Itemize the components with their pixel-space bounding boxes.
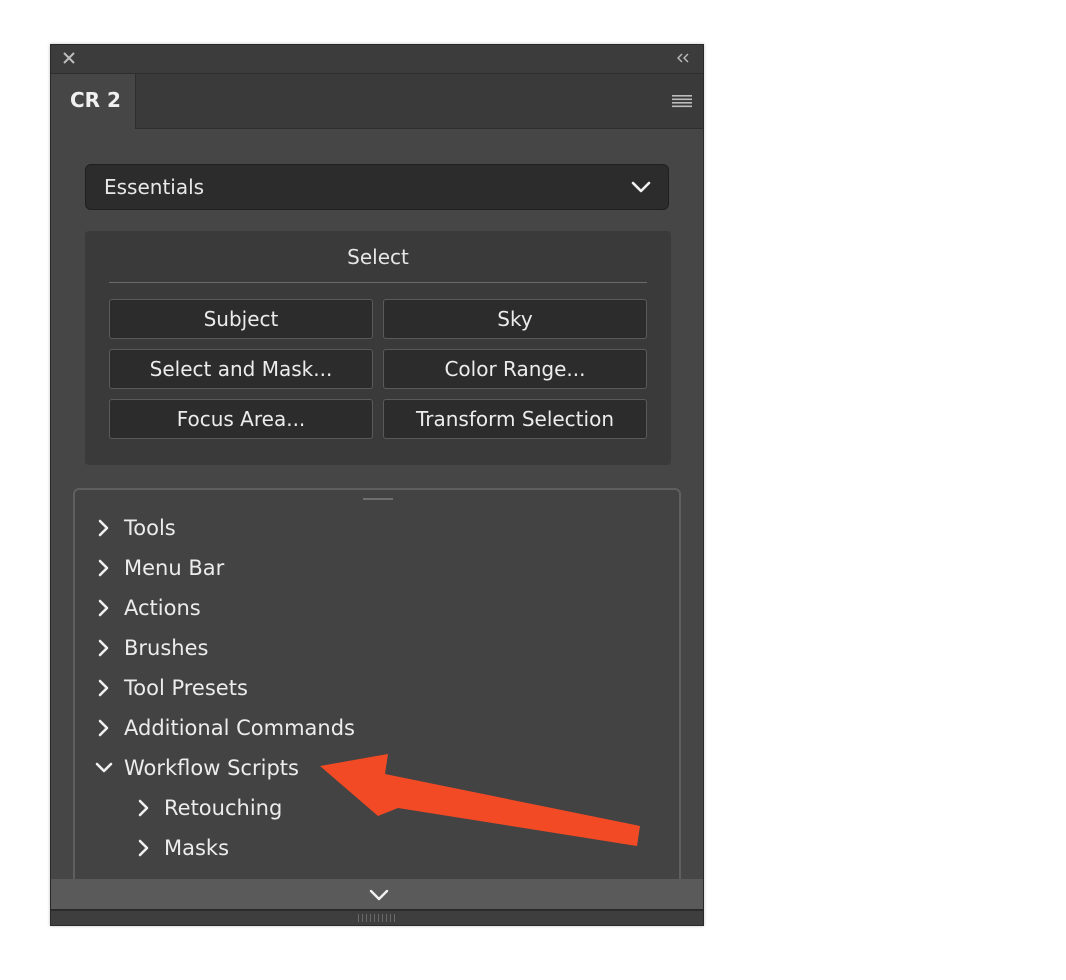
chevron-right-icon	[98, 719, 109, 737]
color-range-button[interactable]: Color Range...	[383, 349, 647, 389]
tree-item-label: Brushes	[124, 636, 209, 660]
annotation-arrow	[320, 754, 640, 846]
tree-item-label: Menu Bar	[124, 556, 225, 580]
tree-item-label: Actions	[124, 596, 201, 620]
transform-selection-button[interactable]: Transform Selection	[383, 399, 647, 439]
chevron-down-icon	[95, 762, 113, 773]
drag-handle[interactable]	[363, 498, 393, 500]
workspace-dropdown[interactable]: Essentials	[85, 164, 669, 210]
chevron-right-icon	[138, 839, 149, 857]
chevron-down-icon	[631, 181, 651, 193]
close-icon[interactable]	[61, 50, 77, 66]
sky-button[interactable]: Sky	[383, 299, 647, 339]
panel-titlebar	[51, 45, 703, 74]
tree-item-label: Masks	[164, 836, 230, 860]
double-chevron-left-icon[interactable]	[675, 52, 691, 64]
annotation-arrow-shape	[320, 754, 640, 846]
chevron-down-icon[interactable]	[368, 888, 390, 902]
chevron-right-icon	[138, 799, 149, 817]
tab-cr2[interactable]: CR 2	[51, 74, 136, 129]
panel-footer	[51, 909, 703, 925]
tab-label: CR 2	[70, 88, 121, 112]
select-button-grid: Subject Sky Select and Mask... Color Ran…	[109, 299, 647, 439]
tree-item-label: Workflow Scripts	[124, 756, 299, 780]
tree-item-label: Tool Presets	[124, 676, 248, 700]
resize-grip-icon[interactable]	[358, 914, 398, 922]
hamburger-menu-icon[interactable]	[671, 94, 693, 108]
select-section: Select Subject Sky Select and Mask... Co…	[85, 231, 671, 465]
tree-item-label: Retouching	[164, 796, 283, 820]
workspace-dropdown-value: Essentials	[104, 175, 205, 199]
tree-item-label: Tools	[124, 516, 176, 540]
subject-button[interactable]: Subject	[109, 299, 373, 339]
tab-bar: CR 2	[51, 74, 703, 129]
chevron-right-icon	[98, 599, 109, 617]
chevron-right-icon	[98, 519, 109, 537]
divider	[109, 282, 647, 283]
focus-area-button[interactable]: Focus Area...	[109, 399, 373, 439]
chevron-right-icon	[98, 639, 109, 657]
chevron-right-icon	[98, 559, 109, 577]
select-and-mask-button[interactable]: Select and Mask...	[109, 349, 373, 389]
select-section-title: Select	[347, 245, 409, 269]
chevron-right-icon	[98, 679, 109, 697]
scroll-more-bar[interactable]	[51, 879, 703, 909]
tree-item-label: Additional Commands	[124, 716, 355, 740]
